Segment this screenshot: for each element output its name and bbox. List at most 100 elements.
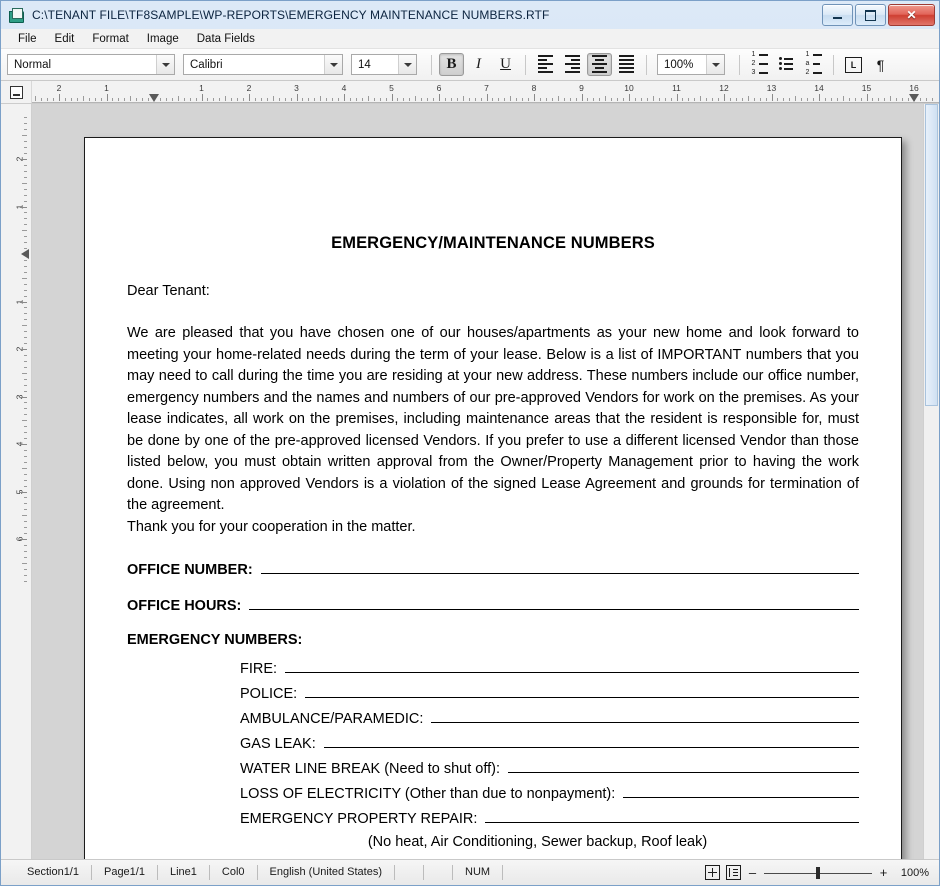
right-margin-marker[interactable] xyxy=(909,94,919,102)
chevron-down-icon[interactable] xyxy=(706,55,724,74)
bulleted-list-button[interactable] xyxy=(774,53,799,76)
document-workspace: 21123456 EMERGENCY/MAINTENANCE NUMBERS D… xyxy=(1,104,939,859)
chevron-down-icon[interactable] xyxy=(324,55,342,74)
item-blank-line[interactable] xyxy=(305,684,859,698)
fit-width-icon[interactable] xyxy=(726,865,741,880)
menu-item-data-fields[interactable]: Data Fields xyxy=(188,31,264,47)
list-item: EMERGENCY PROPERTY REPAIR: xyxy=(240,809,859,827)
item-label: FIRE: xyxy=(240,661,278,677)
style-value: Normal xyxy=(14,58,52,71)
chevron-down-icon[interactable] xyxy=(156,55,174,74)
fit-page-icon[interactable] xyxy=(705,865,720,880)
list-item: WATER LINE BREAK (Need to shut off): xyxy=(240,759,859,777)
menu-item-image[interactable]: Image xyxy=(138,31,188,47)
top-margin-marker[interactable] xyxy=(21,249,29,259)
item-label: EMERGENCY PROPERTY REPAIR: xyxy=(240,811,478,827)
vertical-ruler[interactable]: 21123456 xyxy=(1,104,32,859)
ruler-number: 10 xyxy=(624,83,634,93)
align-left-button[interactable] xyxy=(533,53,558,76)
align-center-button[interactable] xyxy=(587,53,612,76)
menu-item-edit[interactable]: Edit xyxy=(46,31,84,47)
underline-button[interactable]: U xyxy=(493,53,518,76)
vertical-scrollbar[interactable] xyxy=(923,104,939,859)
paragraph-text: We are pleased that you have chosen one … xyxy=(127,325,859,513)
zoom-slider[interactable] xyxy=(764,866,872,879)
font-family-value: Calibri xyxy=(190,58,223,71)
title-bar: C:\TENANT FILE\TF8SAMPLE\WP-REPORTS\EMER… xyxy=(1,1,939,29)
horizontal-ruler-scale[interactable]: 2 1 1 2 3 4 5 6 7 8 9 10 11 12 13 14 15 16 xyxy=(32,81,939,103)
scrollbar-thumb[interactable] xyxy=(925,104,938,406)
show-formatting-marks-button[interactable]: ¶ xyxy=(868,53,893,76)
field-blank-line[interactable] xyxy=(249,596,859,610)
maximize-button[interactable] xyxy=(855,4,886,26)
emergency-note: (No heat, Air Conditioning, Sewer backup… xyxy=(367,834,708,850)
left-margin-marker[interactable] xyxy=(149,94,159,102)
multilevel-list-icon: 1a2 xyxy=(806,51,822,78)
align-right-button[interactable] xyxy=(560,53,585,76)
item-blank-line[interactable] xyxy=(285,659,859,673)
item-blank-line[interactable] xyxy=(431,709,859,723)
underline-icon: U xyxy=(500,56,511,72)
document-salutation: Dear Tenant: xyxy=(127,283,210,299)
align-center-icon xyxy=(592,54,607,75)
tab-stop-selector[interactable] xyxy=(1,81,32,103)
align-justify-button[interactable] xyxy=(614,53,639,76)
font-size-dropdown[interactable]: 14 xyxy=(351,54,417,75)
field-label: OFFICE NUMBER: xyxy=(127,562,253,578)
status-num-indicator: NUM xyxy=(453,865,504,880)
document-heading: EMERGENCY/MAINTENANCE NUMBERS xyxy=(331,234,655,252)
chevron-down-icon[interactable] xyxy=(398,55,416,74)
application-window: C:\TENANT FILE\TF8SAMPLE\WP-REPORTS\EMER… xyxy=(0,0,940,886)
close-button[interactable]: ✕ xyxy=(888,4,935,26)
ruler-number: 15 xyxy=(861,83,872,93)
zoom-in-button[interactable]: + xyxy=(878,865,889,880)
zoom-slider-handle[interactable] xyxy=(816,866,820,879)
window-controls: ✕ xyxy=(822,4,935,26)
status-blank-2 xyxy=(424,865,454,880)
italic-button[interactable]: I xyxy=(466,53,491,76)
menu-item-file[interactable]: File xyxy=(9,31,46,47)
ruler-number: 16 xyxy=(909,83,919,93)
list-item: FIRE: xyxy=(240,659,859,677)
ruler-number: 11 xyxy=(672,83,681,93)
ruler-number: 8 xyxy=(531,83,537,93)
status-col: Col0 xyxy=(210,865,258,880)
field-office-number: OFFICE NUMBER: xyxy=(127,560,859,578)
list-item: POLICE: xyxy=(240,684,859,702)
ruler-number: 1 xyxy=(199,83,204,93)
zoom-dropdown[interactable]: 100% xyxy=(657,54,725,75)
zoom-out-button[interactable]: – xyxy=(747,865,758,880)
formatting-toolbar: Normal Calibri 14 B I U 100% 1 2 3 1 a 2… xyxy=(1,49,939,81)
item-blank-line[interactable] xyxy=(623,784,859,798)
horizontal-ruler[interactable]: 2 1 1 2 3 4 5 6 7 8 9 10 11 12 13 14 15 16 xyxy=(1,81,939,104)
bold-icon: B xyxy=(446,56,457,72)
document-paragraph: We are pleased that you have chosen one … xyxy=(127,323,859,538)
italic-icon: I xyxy=(476,56,481,72)
field-blank-line[interactable] xyxy=(260,560,859,574)
ruler-number: 14 xyxy=(814,83,824,93)
numbered-list-button[interactable]: 123 xyxy=(747,51,772,78)
emergency-numbers-heading: EMERGENCY NUMBERS: xyxy=(127,632,303,648)
multilevel-list-button[interactable]: 1a2 xyxy=(801,51,826,78)
style-dropdown[interactable]: Normal xyxy=(7,54,175,75)
emergency-numbers-list: FIRE: POLICE: AMBULANCE/PARAMEDIC: GAS L… xyxy=(127,659,859,850)
item-blank-line[interactable] xyxy=(323,734,859,748)
minimize-button[interactable] xyxy=(822,4,853,26)
insert-field-icon: L xyxy=(845,56,862,73)
status-language: English (United States) xyxy=(258,865,396,880)
item-label: WATER LINE BREAK (Need to shut off): xyxy=(240,761,501,777)
item-blank-line[interactable] xyxy=(485,809,859,823)
bold-button[interactable]: B xyxy=(439,53,464,76)
list-item: AMBULANCE/PARAMEDIC: xyxy=(240,709,859,727)
list-item: LOSS OF ELECTRICITY (Other than due to n… xyxy=(240,784,859,802)
page-scroll-area[interactable]: EMERGENCY/MAINTENANCE NUMBERS Dear Tenan… xyxy=(32,104,939,859)
status-line: Line1 xyxy=(158,865,210,880)
item-blank-line[interactable] xyxy=(508,759,859,773)
numbered-list-icon: 123 xyxy=(752,51,768,78)
document-page[interactable]: EMERGENCY/MAINTENANCE NUMBERS Dear Tenan… xyxy=(84,137,902,859)
font-family-dropdown[interactable]: Calibri xyxy=(183,54,343,75)
menu-item-format[interactable]: Format xyxy=(83,31,137,47)
insert-field-button[interactable]: L xyxy=(841,53,866,76)
ruler-number: 12 xyxy=(719,83,729,93)
left-tab-stop-icon xyxy=(9,85,23,99)
